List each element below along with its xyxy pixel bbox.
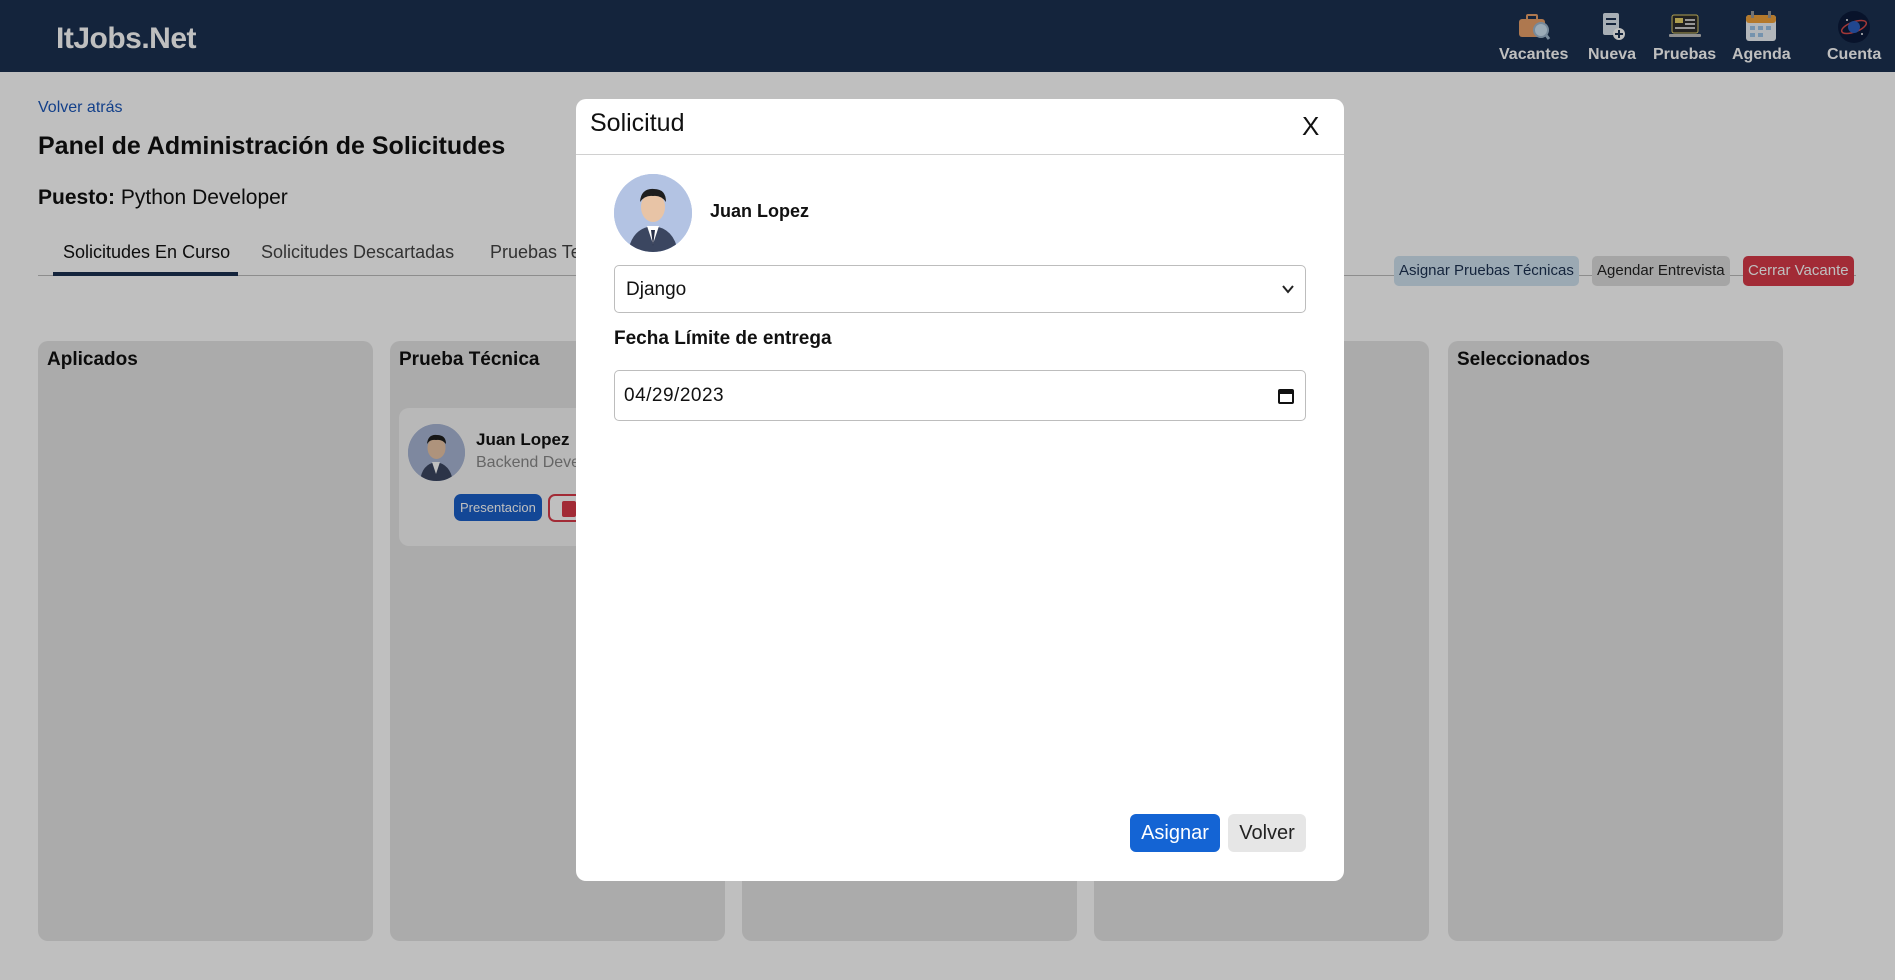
modal-title: Solicitud	[590, 109, 685, 137]
assign-button[interactable]: Asignar	[1130, 814, 1220, 852]
test-select[interactable]: Django	[614, 265, 1306, 313]
close-button[interactable]: X	[1302, 111, 1319, 142]
date-label: Fecha Límite de entrega	[614, 328, 832, 349]
avatar	[614, 174, 692, 252]
back-button[interactable]: Volver	[1228, 814, 1306, 852]
modal-header: Solicitud X	[576, 99, 1344, 155]
calendar-icon[interactable]	[1277, 387, 1295, 405]
solicitud-modal: Solicitud X Juan Lopez Django Fecha Lími…	[576, 99, 1344, 881]
chevron-down-icon	[1280, 281, 1296, 297]
date-value: 04/29/2023	[624, 385, 725, 406]
candidate-name: Juan Lopez	[710, 201, 810, 221]
date-input[interactable]: 04/29/2023	[614, 370, 1306, 421]
select-value: Django	[626, 279, 687, 300]
